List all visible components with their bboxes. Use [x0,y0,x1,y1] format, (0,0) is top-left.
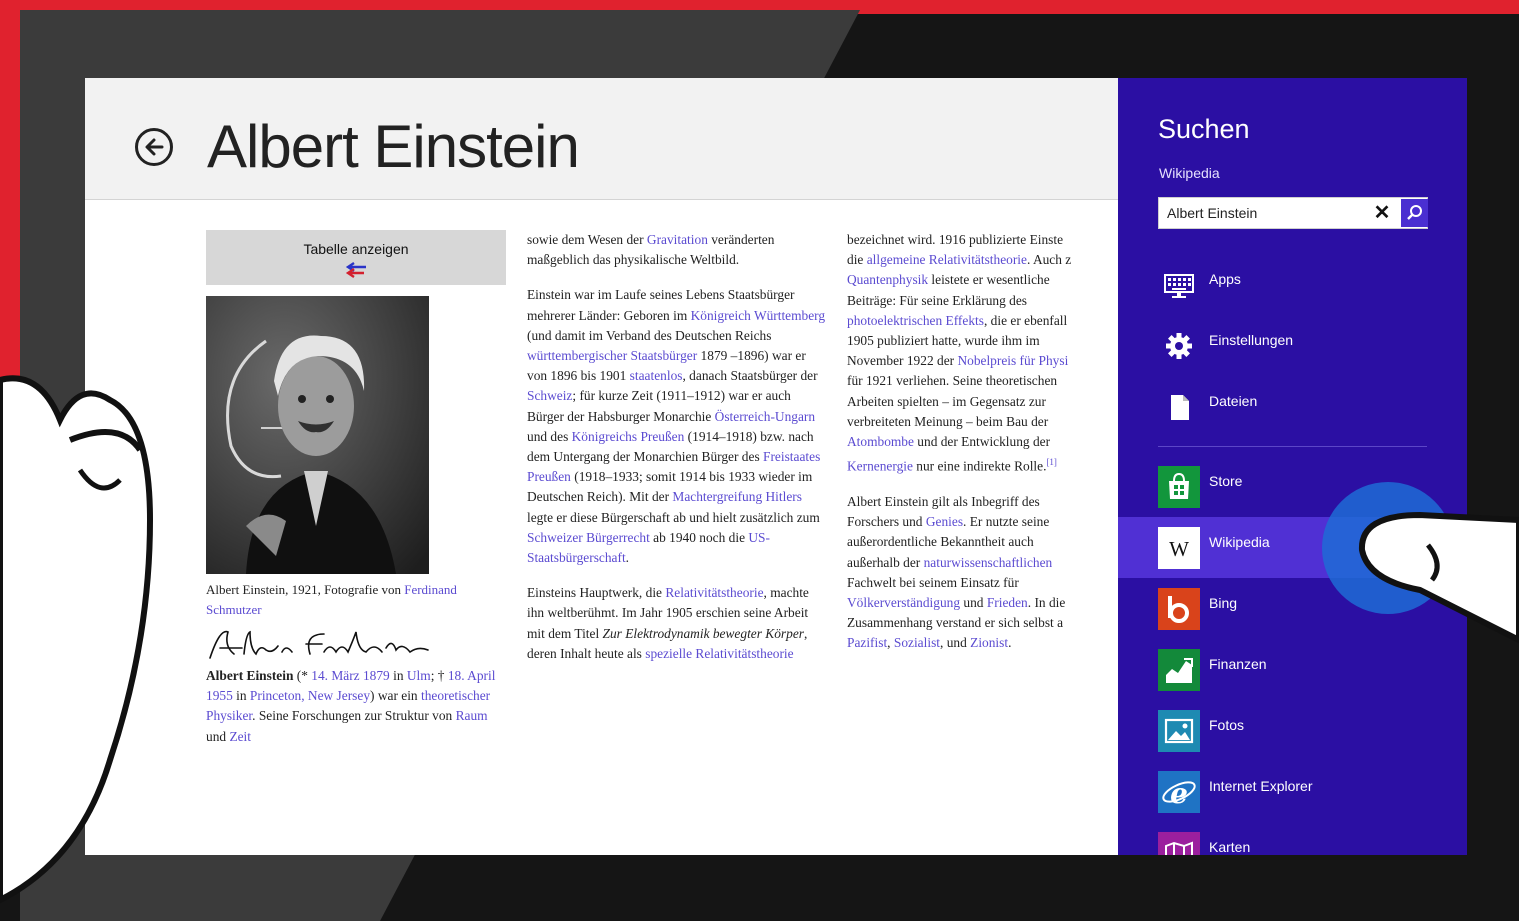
search-target-photos[interactable]: Fotos [1118,700,1467,761]
article-link[interactable]: Schweizer Bürgerrecht [527,530,650,545]
article-link[interactable]: Frieden [987,595,1028,610]
article-link[interactable]: Königreich Württemberg [691,308,826,323]
article-link[interactable]: Raum [456,708,488,723]
search-target-label: Wikipedia [1209,534,1270,550]
article-link[interactable]: Schweiz [527,388,572,403]
search-target-label: Karten [1209,839,1251,855]
show-table-label: Tabelle anzeigen [303,241,409,257]
search-target-label: Bing [1209,595,1238,611]
article-link[interactable]: Zeit [229,729,251,744]
search-target-label: Einstellungen [1209,332,1294,348]
article-paragraph: Einsteins Hauptwerk, die Relativitätsthe… [527,585,809,661]
file-icon [1158,386,1200,428]
wikipedia-icon: W [1158,527,1200,569]
finance-icon [1158,649,1200,691]
article-link[interactable]: staatenlos [630,368,683,383]
ie-icon: e [1158,771,1200,813]
search-target-finance[interactable]: Finanzen [1118,639,1467,700]
intro-paragraph: Albert Einstein (* 14. März 1879 in Ulm;… [206,668,496,744]
page-title: Albert Einstein [207,113,580,180]
article-link[interactable]: naturwissenschaftlichen [924,555,1053,570]
article-link[interactable]: Nobelpreis für Physi [957,353,1068,368]
article-link[interactable]: Machtergreifung Hitlers [672,489,802,504]
einstein-portrait [206,296,429,574]
show-table-button[interactable]: Tabelle anzeigen [206,230,506,285]
maps-icon [1158,832,1200,855]
search-box: ✕ [1158,197,1428,229]
article-link[interactable]: Ulm [407,668,431,683]
arrows-icon [345,262,366,279]
article-column-2: sowie dem Wesen der Gravitation veränder… [527,230,827,679]
svg-text:W: W [1169,537,1189,561]
search-target-wikipedia[interactable]: W Wikipedia [1118,517,1467,578]
article-link[interactable]: Völkerverständigung [847,595,960,610]
portrait-caption: Albert Einstein, 1921, Fotografie von Fe… [206,582,457,617]
article-paragraph: bezeichnet wird. 1916 publizierte Einste… [847,232,1072,474]
search-target-bing[interactable]: Bing [1118,578,1467,639]
article-link[interactable]: Quantenphysik [847,272,928,287]
search-submit-button[interactable] [1401,199,1428,227]
article-link[interactable]: Genies [926,514,963,529]
back-button[interactable] [135,128,173,166]
search-target-apps[interactable]: Apps [1118,254,1467,315]
charm-title: Suchen [1158,114,1250,144]
article-link[interactable]: Sozialist [894,635,940,650]
article-header: Albert Einstein [85,78,1118,200]
article-column-1: Tabelle anzeigen Albert Einstein, 1921, … [206,230,506,762]
search-target-maps[interactable]: Karten [1118,822,1467,855]
article-paragraph: Albert Einstein gilt als Inbegriff des Fo… [847,493,1066,651]
article-link[interactable]: 14. März 1879 [311,668,389,683]
article-link[interactable]: photoelektrischen Effekts [847,313,984,328]
article-column-3: bezeichnet wird. 1916 publizierte Einste… [847,230,1119,669]
article-link[interactable]: Kernenergie [847,459,913,474]
search-target-internet-explorer[interactable]: e Internet Explorer [1118,761,1467,822]
search-target-label: Dateien [1209,393,1258,409]
search-icon [1407,205,1422,220]
search-target-label: Fotos [1209,717,1245,733]
article-link[interactable]: Princeton, New Jersey [250,688,370,703]
search-target-settings[interactable]: Einstellungen [1118,315,1467,376]
store-icon [1158,466,1200,508]
search-target-store[interactable]: Store [1118,456,1467,517]
article-link[interactable]: Gravitation [647,232,708,247]
article-link[interactable]: Königreichs Preußen [572,429,685,444]
search-scope-label: Wikipedia [1159,165,1220,181]
gear-icon [1158,325,1200,367]
search-target-label: Store [1209,473,1243,489]
search-target-label: Finanzen [1209,656,1267,672]
article-link[interactable]: Österreich-Ungarn [715,409,815,424]
search-charm: Suchen Wikipedia ✕ Apps [1118,78,1467,855]
search-target-label: Apps [1209,271,1241,287]
search-target-files[interactable]: Dateien [1118,376,1467,437]
tablet-screen: Albert Einstein Tabelle anzeigen Albert … [85,78,1467,855]
article-link[interactable]: spezielle Relativitätstheorie [645,646,793,661]
arrow-left-icon [145,138,164,156]
charm-divider [1158,446,1427,447]
article-link[interactable]: Atombombe [847,434,914,449]
bing-icon [1158,588,1200,630]
article-paragraph: sowie dem Wesen der Gravitation veränder… [527,232,775,268]
article-link[interactable]: Zionist [970,635,1008,650]
photos-icon [1158,710,1200,752]
keyboard-icon [1158,264,1200,306]
close-icon: ✕ [1373,202,1391,224]
article-link[interactable]: Pazifist [847,635,887,650]
search-target-label: Internet Explorer [1209,778,1313,794]
article-paragraph: Einstein war im Laufe seines Lebens Staa… [527,287,826,566]
article-link[interactable]: allgemeine Relativitätstheorie [867,252,1027,267]
clear-search-button[interactable]: ✕ [1370,201,1394,225]
article-link[interactable]: württembergischer Staatsbürger [527,348,697,363]
einstein-signature [209,630,429,659]
search-input[interactable] [1167,198,1367,228]
reference-link[interactable]: [1] [1046,457,1057,467]
article-link[interactable]: Relativitätstheorie [665,585,763,600]
